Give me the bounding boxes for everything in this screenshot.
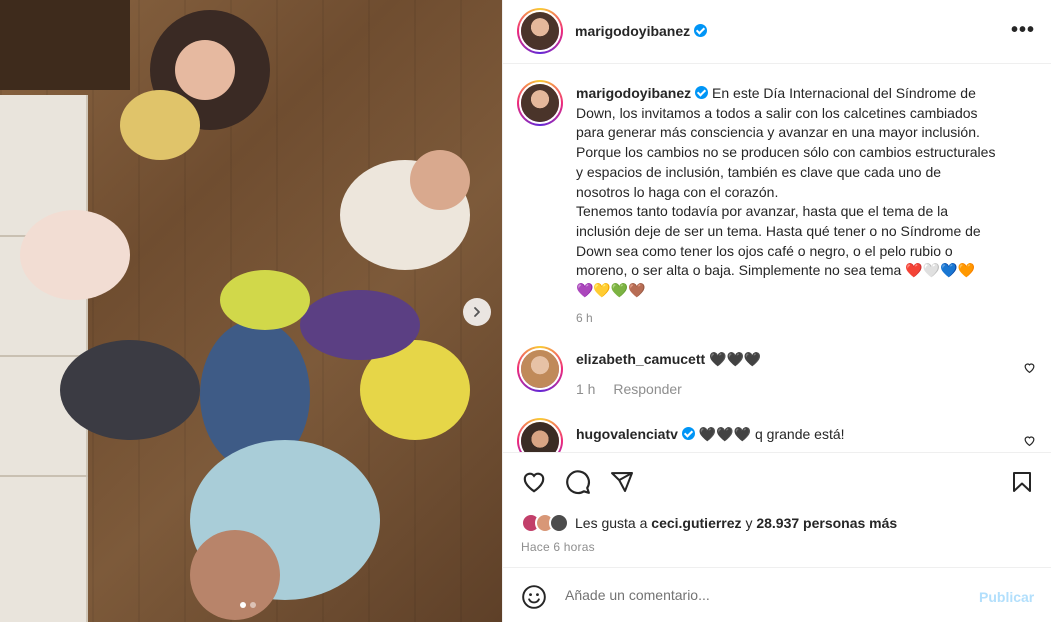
comments-section[interactable]: marigodoyibanez En este Día Internaciona…	[503, 64, 1051, 452]
person-figure	[120, 90, 200, 160]
post-details-panel: marigodoyibanez ••• marigodoyibanez En e…	[502, 0, 1051, 622]
comment-icon	[566, 470, 590, 495]
verified-badge-icon	[695, 86, 709, 99]
heart-outline-icon	[1024, 363, 1035, 374]
post-image[interactable]	[0, 0, 502, 622]
publish-button[interactable]: Publicar	[979, 589, 1034, 605]
emoji-icon	[522, 585, 546, 609]
comment-meta: 1 h Responder	[576, 381, 682, 397]
avatar[interactable]	[517, 80, 563, 126]
share-button[interactable]	[608, 468, 636, 496]
caption-line: En este Día Internacional del Síndrome d…	[712, 85, 976, 101]
likes-count-link[interactable]: 28.937 personas más	[756, 515, 897, 531]
caption-line: Down sea como tener los ojos café o negr…	[576, 242, 953, 259]
caption-username[interactable]: marigodoyibanez	[576, 85, 691, 101]
avatar[interactable]	[549, 513, 569, 533]
likes-prefix: Les gusta a	[575, 515, 648, 531]
avatar[interactable]	[517, 346, 563, 392]
verified-badge-icon	[681, 427, 695, 440]
comment-input[interactable]	[565, 584, 965, 606]
person-figure	[190, 530, 280, 620]
post-actions: Les gusta a ceci.gutierrez y 28.937 pers…	[503, 452, 1051, 567]
caption-line: Tenemos tanto todavía por avanzar, hasta…	[576, 203, 949, 220]
chevron-right-icon	[474, 307, 480, 317]
like-comment-button[interactable]	[1023, 434, 1036, 450]
post-author-username[interactable]: marigodoyibanez	[575, 23, 690, 39]
person-figure	[20, 210, 130, 300]
post-header: marigodoyibanez •••	[503, 0, 1051, 64]
comment: elizabeth_camucett 🖤🖤🖤	[576, 351, 761, 368]
verified-badge-icon	[694, 24, 708, 37]
person-figure	[175, 40, 235, 100]
caption-line: Porque los cambios no se producen sólo c…	[576, 144, 996, 161]
caption-line: para generar más consciencia y avanzar e…	[576, 124, 980, 141]
like-button[interactable]	[520, 468, 548, 496]
emoji-button[interactable]	[520, 583, 548, 611]
comment-username[interactable]: hugovalenciatv	[576, 426, 678, 442]
heart-icon	[523, 472, 545, 493]
likes-connector: y	[745, 515, 753, 531]
caption-time[interactable]: 6 h	[576, 309, 1036, 329]
like-comment-button[interactable]	[1023, 361, 1036, 377]
person-figure	[410, 150, 470, 210]
person-figure	[300, 290, 420, 360]
add-comment-bar: Publicar	[503, 567, 1051, 622]
avatar[interactable]	[517, 418, 563, 452]
send-icon	[611, 472, 633, 492]
likes-user-link[interactable]: ceci.gutierrez	[651, 515, 741, 531]
carousel-next-button[interactable]	[463, 298, 491, 326]
likes-summary: Les gusta a ceci.gutierrez y 28.937 pers…	[521, 513, 897, 533]
carousel-dot	[250, 602, 256, 608]
image-shadow-area	[0, 0, 130, 90]
caption-line: Down, los invitamos a todos a salir con …	[576, 104, 978, 121]
reply-button[interactable]: Responder	[613, 381, 682, 397]
caption-line: 💜💛💚🤎	[576, 282, 646, 299]
caption-line: moreno, o ser alta o baja. Simplemente n…	[576, 262, 975, 279]
caption-line: y espacios de inclusión, también es clav…	[576, 163, 942, 180]
posted-time[interactable]: Hace 6 horas	[521, 540, 595, 554]
carousel-dot	[240, 602, 246, 608]
bookmark-icon	[1013, 472, 1031, 492]
comment: hugovalenciatv 🖤🖤🖤 q grande está!	[576, 426, 845, 443]
person-figure	[60, 340, 200, 440]
carousel-dots	[240, 602, 256, 608]
more-options-icon[interactable]: •••	[1011, 20, 1035, 40]
comment-username[interactable]: elizabeth_camucett	[576, 351, 705, 367]
comment-text: 🖤🖤🖤 q grande está!	[698, 426, 845, 442]
person-figure	[220, 270, 310, 330]
comment-button[interactable]	[564, 468, 592, 496]
heart-outline-icon	[1024, 436, 1035, 447]
caption-line: nosotros lo haga con el corazón.	[576, 183, 779, 200]
post-caption: marigodoyibanez En este Día Internaciona…	[576, 84, 1036, 328]
comment-text: 🖤🖤🖤	[709, 351, 762, 367]
caption-line: inclusión deje de ser un tema. Hasta qué…	[576, 222, 981, 239]
save-button[interactable]	[1008, 468, 1036, 496]
avatar[interactable]	[517, 8, 563, 54]
likes-text: Les gusta a ceci.gutierrez y 28.937 pers…	[575, 515, 897, 531]
comment-time[interactable]: 1 h	[576, 381, 595, 397]
